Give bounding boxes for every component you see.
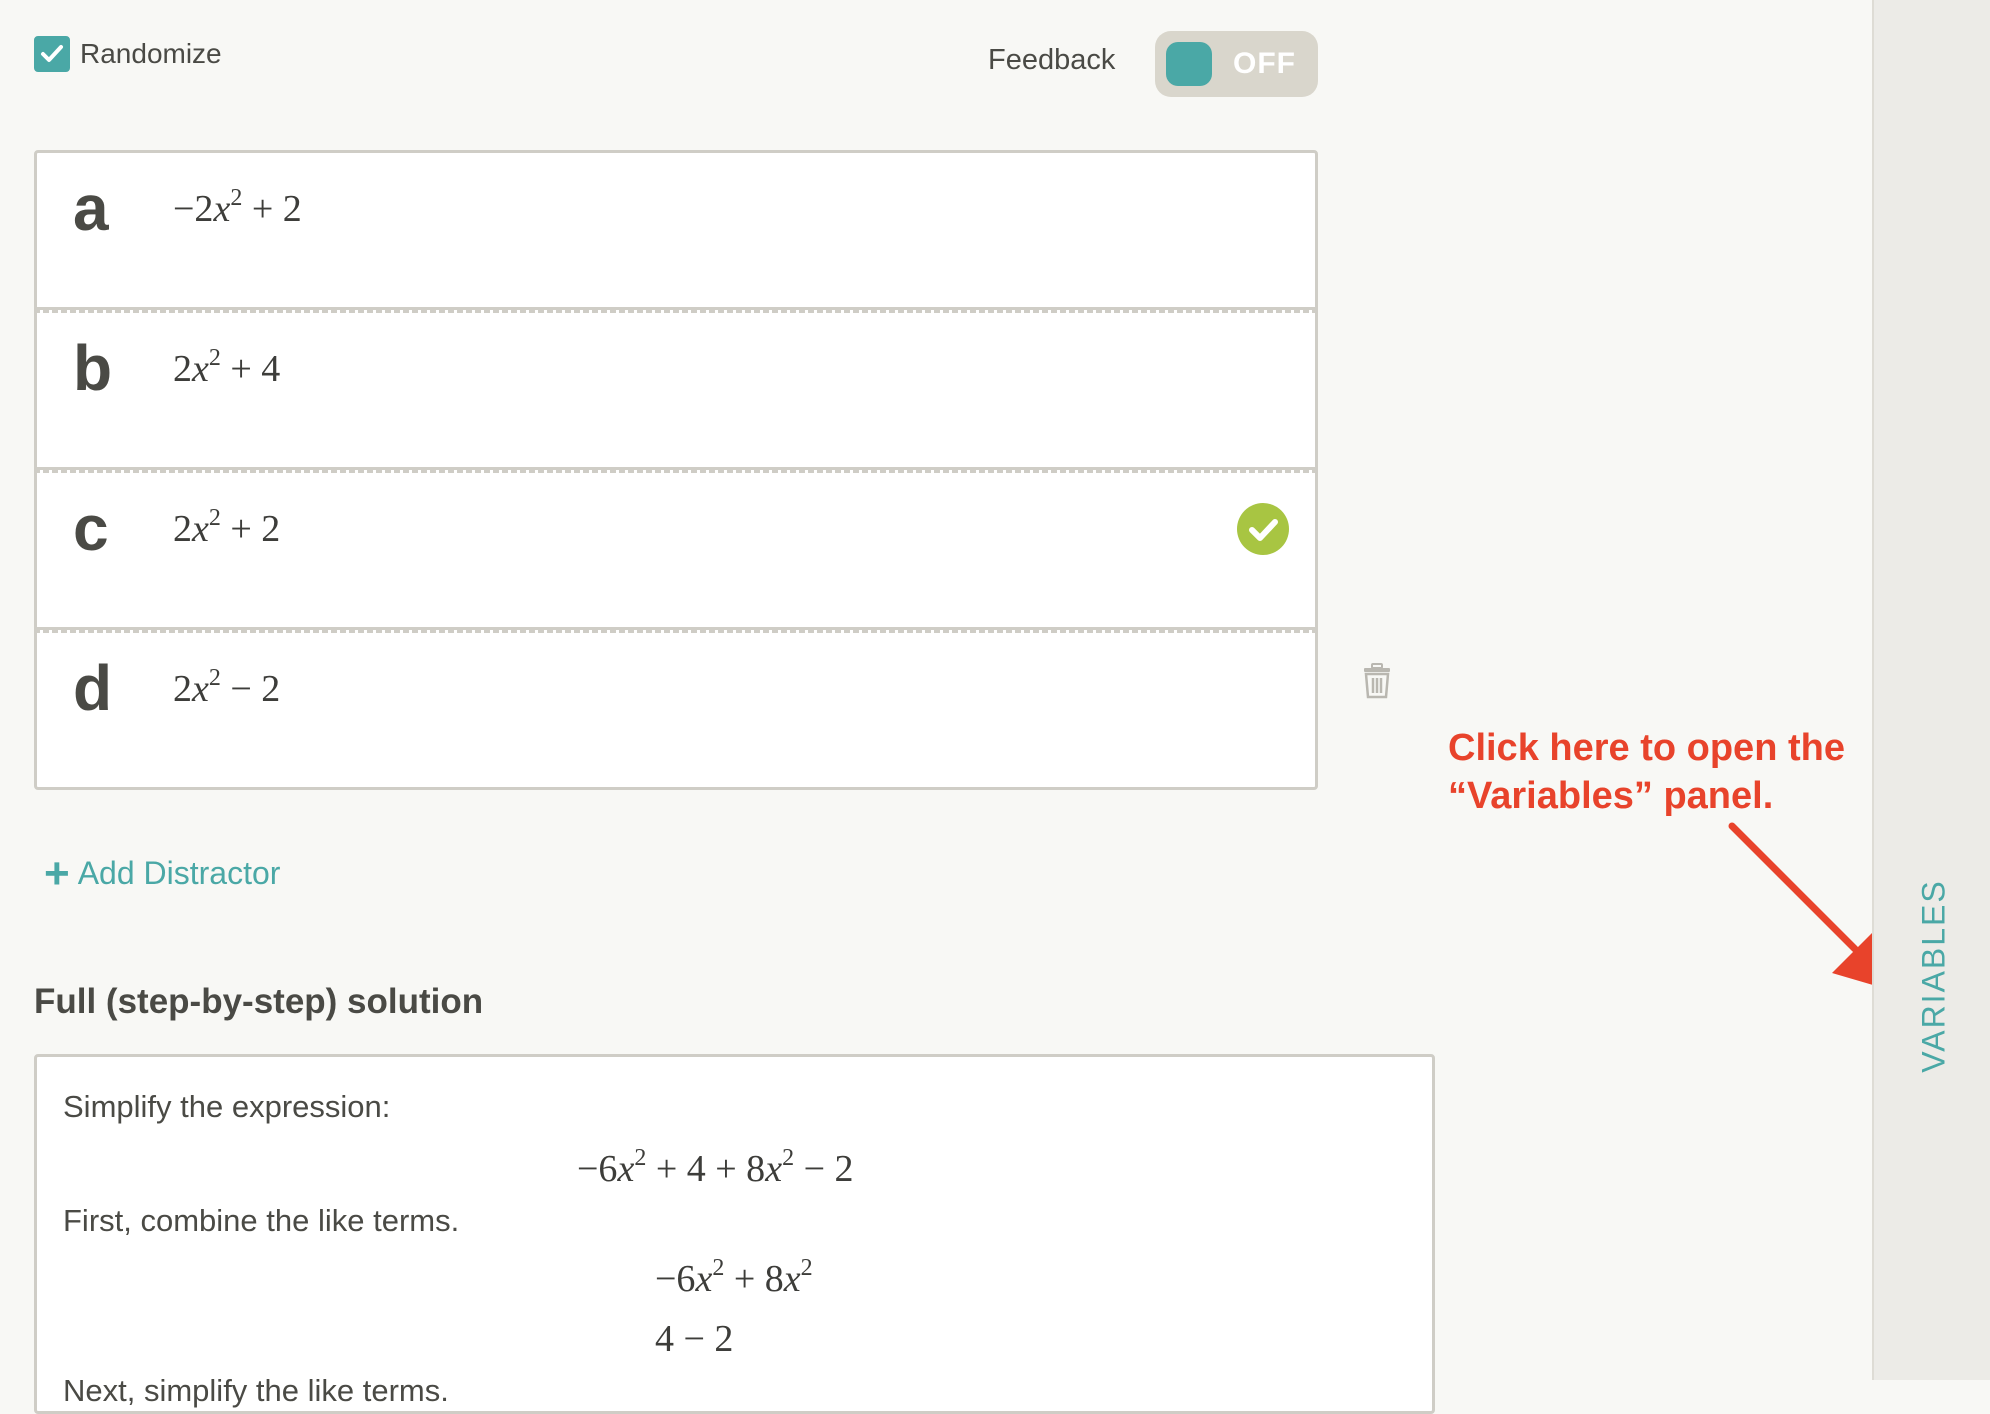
add-distractor-label: Add Distractor — [77, 855, 281, 891]
editor-main: Randomize Feedback OFF a −2x2 + 2 b 2x2 … — [0, 0, 1890, 1414]
option-expression[interactable]: 2x2 − 2 — [173, 665, 280, 711]
answer-option-c[interactable]: c 2x2 + 2 — [34, 470, 1318, 630]
add-distractor-button[interactable]: + Add Distractor — [44, 848, 281, 898]
solution-line: First, combine the like terms. — [63, 1203, 460, 1238]
answer-option-b[interactable]: b 2x2 + 4 — [34, 310, 1318, 470]
solution-editor[interactable]: Simplify the expression: −6x2 + 4 + 8x2 … — [34, 1054, 1435, 1414]
feedback-toggle[interactable]: OFF — [1155, 31, 1318, 97]
feedback-label: Feedback — [988, 44, 1116, 76]
solution-heading: Full (step-by-step) solution — [34, 982, 484, 1021]
option-expression[interactable]: 2x2 + 2 — [173, 505, 280, 551]
correct-check-icon[interactable] — [1237, 503, 1289, 555]
randomize-checkbox[interactable]: Randomize — [34, 36, 222, 72]
answer-options: a −2x2 + 2 b 2x2 + 4 c 2x2 + 2 d 2x2 − 2 — [34, 150, 1318, 790]
answer-option-d[interactable]: d 2x2 − 2 — [34, 630, 1318, 790]
option-expression[interactable]: −2x2 + 2 — [173, 185, 302, 231]
variables-tab-label[interactable]: VARIABLES — [1916, 879, 1953, 1072]
variables-panel-tab[interactable]: VARIABLES — [1872, 0, 1990, 1380]
toggle-knob — [1166, 42, 1212, 86]
checkbox-checked-icon[interactable] — [34, 36, 70, 72]
option-letter: c — [73, 492, 109, 564]
option-letter: b — [73, 332, 113, 404]
solution-math: 4 − 2 — [655, 1318, 734, 1360]
solution-math: −6x2 + 4 + 8x2 − 2 — [577, 1145, 854, 1190]
randomize-label: Randomize — [80, 38, 222, 69]
solution-line: Next, simplify the like terms. — [63, 1373, 449, 1408]
option-expression[interactable]: 2x2 + 4 — [173, 345, 280, 391]
solution-math: −6x2 + 8x2 — [655, 1255, 813, 1300]
option-letter: a — [73, 172, 109, 244]
solution-line: Simplify the expression: — [63, 1089, 391, 1124]
plus-icon: + — [44, 848, 70, 898]
annotation-callout: Click here to open the “Variables” panel… — [1448, 727, 1845, 817]
answer-option-a[interactable]: a −2x2 + 2 — [34, 150, 1318, 310]
delete-trash-icon[interactable] — [1362, 663, 1392, 699]
toggle-state-text: OFF — [1233, 47, 1296, 80]
option-letter: d — [73, 652, 113, 724]
